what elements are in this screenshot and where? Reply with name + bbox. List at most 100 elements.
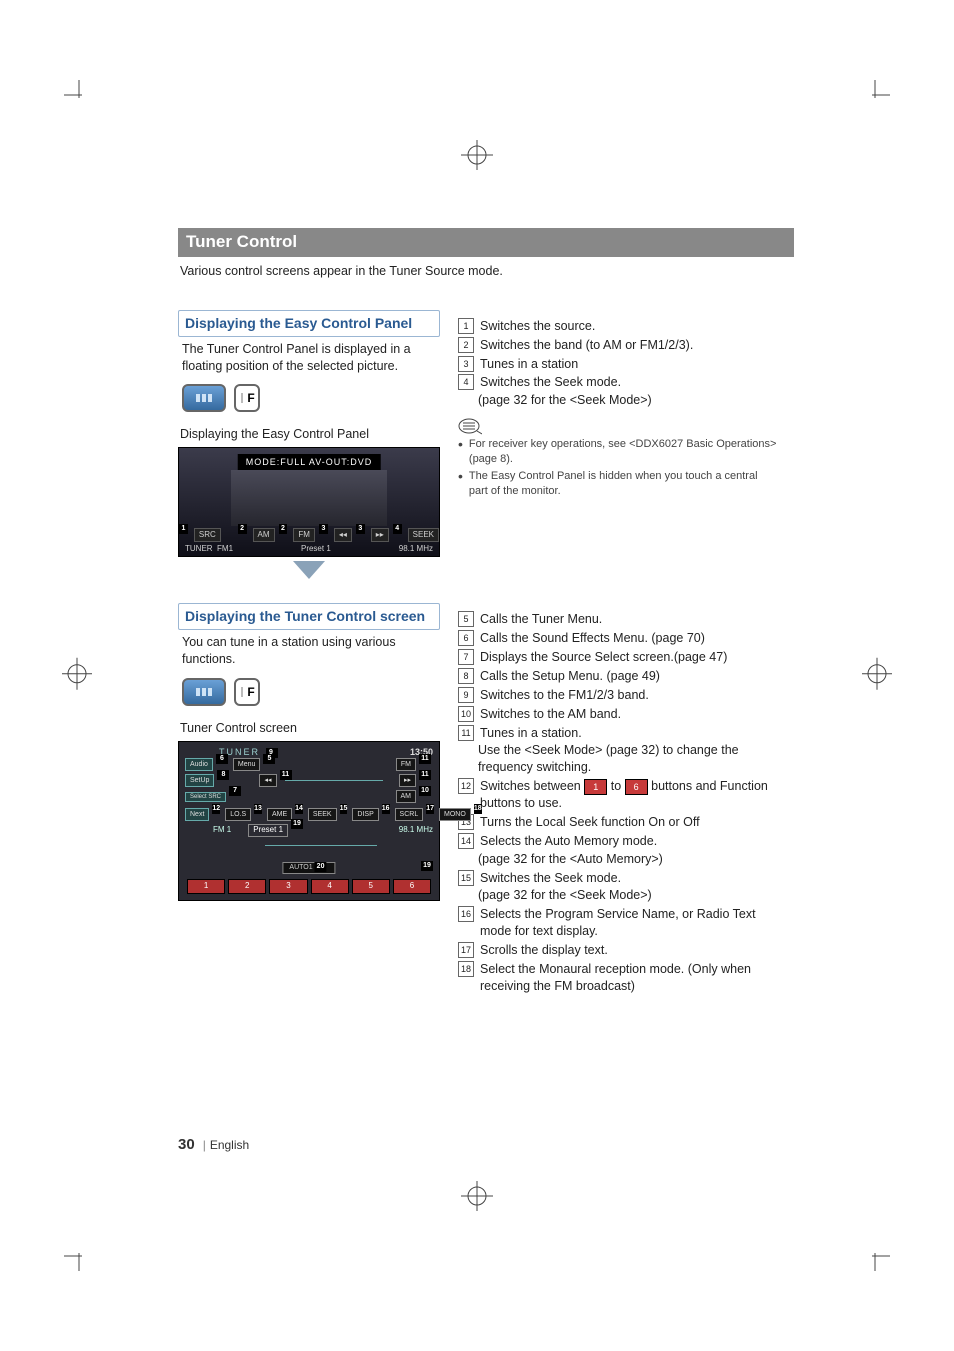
page-footer: 30|English — [178, 1135, 249, 1155]
auto-label: AUTO1 — [289, 864, 312, 871]
easy-panel-desc: The Tuner Control Panel is displayed in … — [178, 339, 440, 385]
am-button[interactable]: AM — [253, 528, 275, 543]
callout-1: 1 — [458, 318, 474, 334]
audio-button[interactable]: Audio — [185, 758, 213, 771]
disp-button[interactable]: DISP — [352, 808, 378, 821]
fm-button[interactable]: FM — [293, 528, 315, 543]
callout-18-text: Select the Monaural reception mode. (Onl… — [480, 961, 778, 995]
callout-4: 4 — [458, 374, 474, 390]
registration-mark-right — [862, 653, 892, 698]
callout-6-text: Calls the Sound Effects Menu. (page 70) — [480, 630, 778, 647]
callout-15-sub: (page 32 for the <Seek Mode>) — [478, 887, 778, 904]
preset-3[interactable]: 3 — [269, 879, 307, 894]
f-mode-button: F — [234, 384, 260, 412]
callout-8: 8 — [458, 668, 474, 684]
tuner-control-screenshot: TUNER9 13:50 Audio6 Menu5 FM11 SetUp8 ◂◂… — [178, 741, 440, 901]
note-2: The Easy Control Panel is hidden when yo… — [469, 469, 778, 499]
chip-1: 1 — [584, 779, 607, 795]
registration-mark-left — [62, 653, 92, 698]
callout-9: 9 — [458, 687, 474, 703]
callout-13-text: Turns the Local Seek function On or Off — [480, 814, 778, 831]
callout-16: 16 — [458, 906, 474, 922]
los-button[interactable]: LO.S — [225, 808, 251, 821]
callout-6: 6 — [458, 630, 474, 646]
easy-control-screenshot: MODE:FULL AV-OUT:DVD 1 SRC 2 AM 2 FM 3 ◂… — [178, 447, 440, 557]
current-preset: Preset 1 — [248, 824, 288, 837]
next-page-button[interactable]: Next — [185, 808, 209, 821]
f-mode-button: F — [234, 678, 260, 706]
page-language: English — [210, 1138, 249, 1152]
callout-5: 5 — [458, 611, 474, 627]
fm-band-button[interactable]: FM — [396, 758, 416, 771]
callout-9-text: Switches to the FM1/2/3 band. — [480, 687, 778, 704]
callout-2: 2 — [458, 337, 474, 353]
preset-1[interactable]: 1 — [187, 879, 225, 894]
ame-button[interactable]: AME — [267, 808, 292, 821]
scrl-button[interactable]: SCRL — [395, 808, 424, 821]
registration-mark-top — [457, 140, 497, 170]
callout-11: 11 — [458, 725, 474, 741]
chip-6: 6 — [625, 779, 648, 795]
section-title: Tuner Control — [178, 228, 794, 257]
prev-button[interactable]: ◂◂ — [334, 528, 352, 543]
preset-label: Preset 1 — [301, 544, 331, 555]
callout-3: 3 — [458, 356, 474, 372]
callout-14-text: Selects the Auto Memory mode. — [480, 833, 778, 850]
callout-7: 7 — [458, 649, 474, 665]
tuner-screen-desc: You can tune in a station using various … — [178, 632, 440, 678]
callout-17: 17 — [458, 942, 474, 958]
preset-2[interactable]: 2 — [228, 879, 266, 894]
callout-8-text: Calls the Setup Menu. (page 49) — [480, 668, 778, 685]
note-icon — [458, 417, 482, 435]
callout-5-text: Calls the Tuner Menu. — [480, 611, 778, 628]
page-number: 30 — [178, 1136, 195, 1153]
callout-18: 18 — [458, 961, 474, 977]
seek-button[interactable]: SEEK — [408, 528, 439, 543]
down-arrow-icon — [293, 561, 325, 579]
callout-2-text: Switches the band (to AM or FM1/2/3). — [480, 337, 778, 354]
seek-mode-button[interactable]: SEEK — [308, 808, 337, 821]
mono-button[interactable]: MONO — [439, 808, 471, 821]
callout-12: 12 — [458, 778, 474, 794]
preset-5[interactable]: 5 — [352, 879, 390, 894]
tuner-screen-caption: Tuner Control screen — [180, 720, 440, 737]
callout-14: 14 — [458, 833, 474, 849]
seek-next-button[interactable]: ▸▸ — [399, 774, 416, 787]
callout-17-text: Scrolls the display text. — [480, 942, 778, 959]
band-label: FM1 — [217, 544, 233, 553]
callout-11-sub: Use the <Seek Mode> (page 32) to change … — [478, 742, 778, 776]
next-button[interactable]: ▸▸ — [371, 528, 389, 543]
callout-10: 10 — [458, 706, 474, 722]
screen-mode-icon — [182, 678, 226, 706]
menu-button[interactable]: Menu — [233, 758, 261, 771]
easy-panel-heading: Displaying the Easy Control Panel — [178, 310, 440, 337]
callout-14-sub: (page 32 for the <Auto Memory>) — [478, 851, 778, 868]
select-src-button[interactable]: Select SRC — [185, 792, 226, 802]
current-frequency: 98.1 MHz — [399, 825, 433, 836]
preset-6[interactable]: 6 — [393, 879, 431, 894]
registration-mark-bottom — [457, 1181, 497, 1211]
intro-text: Various control screens appear in the Tu… — [180, 263, 778, 280]
callout-12-text: Switches between 1 to 6 buttons and Func… — [480, 778, 778, 812]
screen-mode-icon — [182, 384, 226, 412]
tuner-screen-heading: Displaying the Tuner Control screen — [178, 603, 440, 630]
tuner-label: TUNER — [185, 544, 213, 553]
preset-4[interactable]: 4 — [311, 879, 349, 894]
callout-1-text: Switches the source. — [480, 318, 778, 335]
callout-11-text: Tunes in a station. — [480, 725, 778, 742]
callout-4-sub: (page 32 for the <Seek Mode>) — [478, 392, 778, 409]
callout-15-text: Switches the Seek mode. — [480, 870, 778, 887]
callout-10-text: Switches to the AM band. — [480, 706, 778, 723]
current-band: FM 1 — [213, 825, 231, 836]
easy-panel-caption: Displaying the Easy Control Panel — [180, 426, 440, 443]
callout-4-text: Switches the Seek mode. — [480, 374, 778, 391]
src-button[interactable]: SRC — [194, 528, 221, 543]
callout-15: 15 — [458, 870, 474, 886]
callout-16-text: Selects the Program Service Name, or Rad… — [480, 906, 778, 940]
setup-button[interactable]: SetUp — [185, 774, 214, 787]
frequency-label: 98.1 MHz — [399, 544, 433, 555]
am-band-button[interactable]: AM — [396, 790, 417, 803]
callout-3-text: Tunes in a station — [480, 356, 778, 373]
seek-prev-button[interactable]: ◂◂ — [259, 774, 276, 787]
callout-7-text: Displays the Source Select screen.(page … — [480, 649, 778, 666]
